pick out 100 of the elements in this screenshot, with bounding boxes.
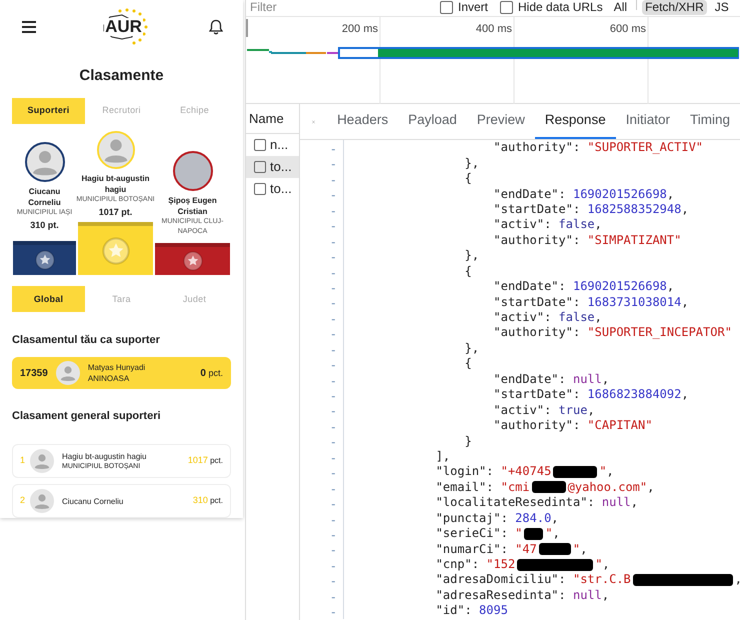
line-marker: -: [330, 496, 337, 510]
code-text: "authority": "SIMPATIZANT": [492, 232, 682, 248]
type-filter[interactable]: All: [610, 0, 630, 15]
line-marker: -: [330, 418, 337, 434]
code-text: ",: [572, 542, 588, 557]
code-text: "localitateResedinta": null,: [434, 495, 638, 510]
code-text: "endDate": 1690201526698,: [492, 186, 674, 202]
line-marker: -: [330, 295, 337, 310]
points-text: 0 pct.: [200, 366, 223, 381]
code-text: "login": "+40745: [434, 464, 552, 480]
section-heading: Clasament general suporteri: [12, 409, 162, 423]
tab[interactable]: Global: [12, 286, 85, 312]
code-text: "startDate": 1682588352948,: [492, 202, 689, 217]
line-marker: -: [330, 310, 337, 326]
page-title: Clasamente: [78, 66, 165, 86]
line-marker: -: [330, 218, 337, 233]
request-row[interactable]: to...: [246, 156, 299, 178]
tab[interactable]: Headers: [327, 104, 398, 139]
user-name: Matyas Hunyadi: [88, 362, 146, 374]
line-marker: -: [330, 372, 337, 387]
code-text: "startDate": 1683731038014,: [492, 294, 689, 310]
line-marker: -: [330, 141, 337, 156]
code-text: },: [464, 340, 480, 356]
code-text: @yahoo.com",: [568, 480, 654, 495]
line-marker: -: [330, 280, 337, 294]
code-text: "endDate": 1690201526698,: [492, 279, 674, 294]
winner-name: Șipoș Eugen Cristian: [167, 195, 218, 218]
line-marker: -: [330, 542, 337, 557]
code-text: "adresaResedinta": null,: [434, 588, 610, 603]
star-emblem-icon: [182, 251, 202, 272]
code-text: "authority": "SUPORTER_INCEPATOR": [492, 325, 732, 340]
code-text: "authority": "SUPORTER_ACTIV": [492, 140, 704, 156]
line-marker: -: [330, 357, 337, 372]
logo: AUR: [94, 5, 154, 50]
line-marker: -: [330, 249, 337, 264]
column-header[interactable]: Name: [246, 104, 299, 134]
checkbox[interactable]: Invert: [440, 0, 488, 14]
code-text: }: [464, 434, 472, 449]
code-text: ",: [599, 464, 614, 480]
tab[interactable]: Timing: [680, 104, 740, 139]
code-text: "cnp": "152: [434, 557, 516, 572]
code-text: "endDate": null,: [492, 372, 610, 387]
tab[interactable]: Payload: [398, 104, 467, 139]
rank-number: 2: [20, 494, 26, 508]
code-text: },: [464, 248, 480, 264]
menu-icon[interactable]: [20, 20, 38, 34]
line-marker: -: [330, 526, 337, 542]
code-text: {: [464, 356, 472, 372]
line-marker: -: [330, 403, 337, 418]
redaction-block: [553, 466, 598, 478]
avatar-icon: [30, 489, 54, 513]
code-text: "id": 8095: [434, 603, 508, 618]
user-name: Hagiu bt-augustin hagiu: [62, 450, 147, 462]
line-marker: -: [330, 512, 337, 526]
request-row[interactable]: to...: [246, 178, 299, 200]
checkbox[interactable]: Hide data URLs: [500, 0, 603, 14]
type-filter[interactable]: Fetch/XHR: [642, 0, 707, 15]
line-marker: -: [330, 588, 337, 604]
code-text: "authority": "CAPITAN": [492, 418, 652, 434]
code-text: "activ": true,: [492, 402, 595, 418]
code-text: "activ": false,: [492, 217, 602, 232]
line-marker: -: [330, 326, 337, 341]
line-marker: -: [330, 434, 337, 449]
line-marker: -: [330, 573, 337, 588]
redaction-block: [524, 528, 544, 540]
code-text: "numarCi": "47: [434, 542, 537, 557]
code-text: "serieCi": ": [434, 526, 522, 542]
user-city: ANINOASA: [88, 373, 130, 384]
bell-icon[interactable]: [209, 19, 223, 36]
winner-points: 1017 pt.: [98, 206, 132, 218]
line-marker: -: [330, 234, 337, 248]
line-marker: -: [330, 156, 337, 171]
avatar-icon: [30, 449, 54, 473]
line-marker: -: [330, 342, 337, 356]
user-name: Ciucanu Corneliu: [62, 496, 124, 506]
line-marker: -: [330, 187, 337, 202]
winner-name: Hagiu bt-augustin hagiu: [80, 173, 150, 196]
line-marker: -: [330, 388, 337, 402]
line-marker: -: [330, 465, 337, 480]
line-marker: -: [330, 450, 337, 464]
tab[interactable]: Suporteri: [12, 98, 85, 124]
type-filter[interactable]: JS: [712, 0, 732, 15]
code-text: {: [464, 264, 472, 279]
code-text: {: [464, 171, 472, 186]
avatar-icon: [56, 361, 80, 386]
code-text: "punctaj": 284.0,: [434, 510, 559, 526]
points-text: 310 pct.: [192, 494, 223, 508]
ranking-row[interactable]: 2 Ciucanu Corneliu 310 pct.: [12, 484, 231, 518]
line-marker: -: [330, 172, 337, 186]
winner-name: Ciucanu Corneliu: [27, 186, 62, 208]
tab[interactable]: Preview: [466, 104, 535, 139]
code-text: "adresaDomiciliu": "str.C.B: [434, 572, 631, 588]
line-marker: -: [330, 480, 337, 496]
tab[interactable]: Response: [534, 104, 616, 139]
tab[interactable]: Initiator: [616, 104, 680, 139]
line-marker: -: [330, 264, 337, 279]
request-row[interactable]: n...: [246, 134, 299, 156]
star-emblem-icon: [102, 236, 130, 265]
section-heading: Clasamentul tău ca suporter: [12, 333, 161, 348]
time-tick-label: 200 ms: [342, 22, 378, 36]
